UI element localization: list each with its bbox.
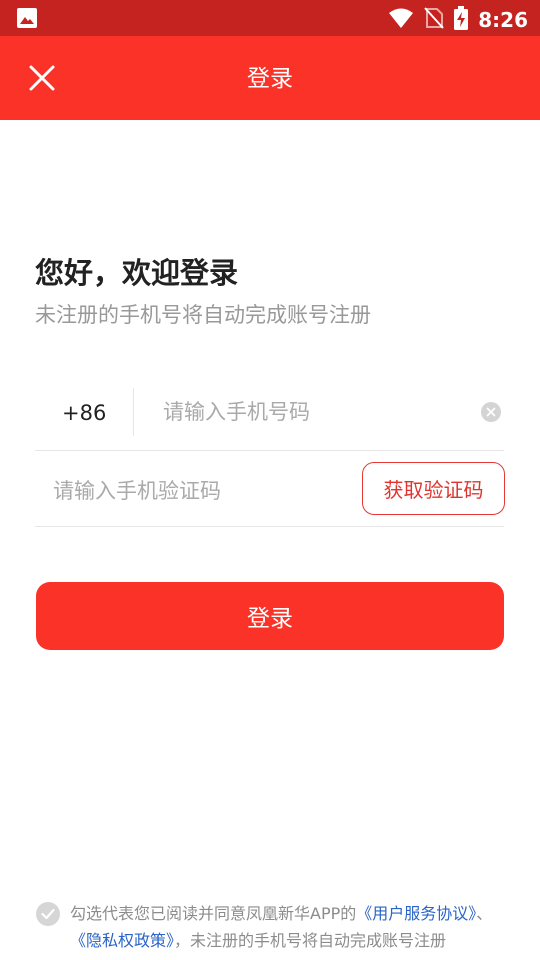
clear-button[interactable]: [481, 402, 501, 422]
wifi-icon: [388, 7, 414, 33]
image-icon: [16, 7, 38, 33]
verification-row: 获取验证码: [35, 451, 505, 527]
page-title: 登录: [247, 66, 293, 92]
no-sim-icon: [424, 7, 444, 33]
check-icon: [41, 908, 55, 920]
agreement: 勾选代表您已阅读并同意凤凰新华APP的《用户服务协议》、《隐私权政策》，未注册的…: [36, 898, 506, 960]
privacy-policy-link[interactable]: 《隐私权政策》: [70, 931, 174, 950]
app-bar: 登录: [0, 36, 540, 120]
welcome-subtitle: 未注册的手机号将自动完成账号注册: [35, 303, 371, 327]
clear-icon: [486, 407, 496, 417]
agreement-suffix: ，未注册的手机号将自动完成账号注册: [174, 931, 447, 950]
agreement-separator: 、: [476, 904, 493, 923]
agreement-prefix: 勾选代表您已阅读并同意凤凰新华APP的: [70, 904, 357, 923]
agree-checkbox[interactable]: [36, 902, 60, 926]
battery-charging-icon: [454, 6, 469, 34]
get-code-button[interactable]: 获取验证码: [362, 462, 505, 515]
status-icons: 8:26: [388, 6, 528, 34]
phone-divider: [133, 388, 134, 436]
login-button[interactable]: 登录: [36, 582, 504, 650]
status-bar: 8:26: [0, 0, 540, 36]
verification-code-input[interactable]: [53, 471, 353, 511]
user-agreement-link[interactable]: 《用户服务协议》: [356, 904, 476, 923]
country-code-selector[interactable]: +86: [62, 399, 106, 427]
status-time: 8:26: [478, 8, 528, 32]
phone-row: +86: [35, 380, 504, 451]
agreement-text: 勾选代表您已阅读并同意凤凰新华APP的《用户服务协议》、《隐私权政策》，未注册的…: [70, 900, 504, 954]
phone-input[interactable]: [163, 392, 463, 432]
welcome-heading: 您好，欢迎登录: [35, 256, 239, 290]
